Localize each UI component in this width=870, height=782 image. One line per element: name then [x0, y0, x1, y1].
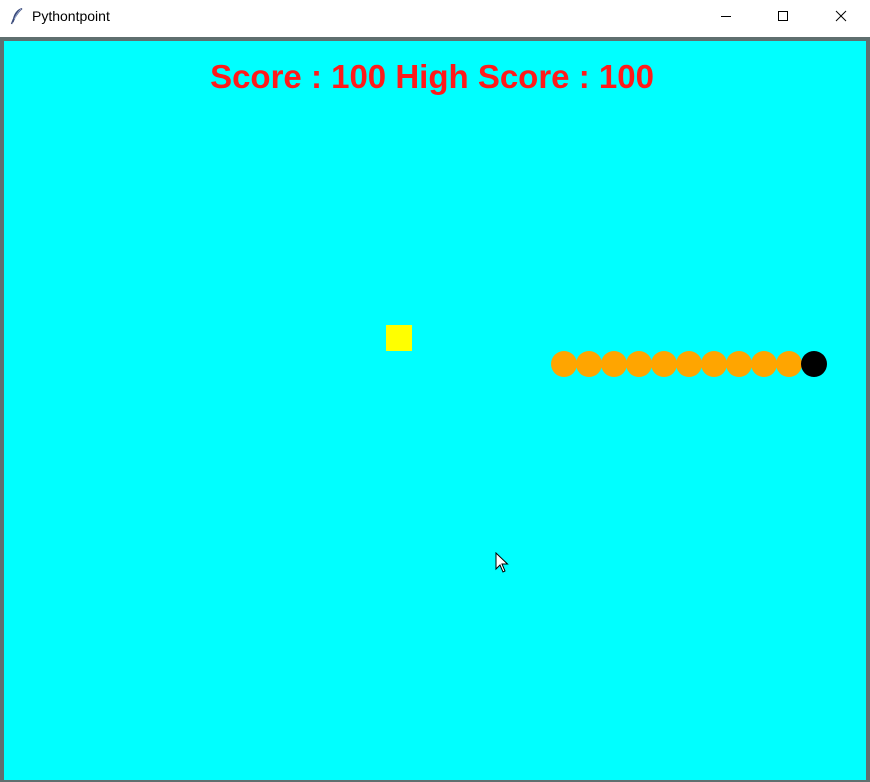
- snake-body-segment: [701, 351, 727, 377]
- game-canvas[interactable]: Score : 100 High Score : 100: [4, 41, 866, 780]
- food-item: [386, 325, 412, 351]
- snake-body-segment: [601, 351, 627, 377]
- close-button[interactable]: [818, 0, 864, 32]
- mouse-cursor-icon: [495, 552, 509, 573]
- maximize-button[interactable]: [760, 0, 806, 32]
- score-text: Score : 100 High Score : 100: [210, 58, 654, 95]
- minimize-button[interactable]: [703, 0, 749, 32]
- game-window: Pythontpoint Score : 100 High Score : 10…: [0, 0, 870, 782]
- snake-body-segment: [751, 351, 777, 377]
- snake-body-segment: [626, 351, 652, 377]
- snake-body-segment: [651, 351, 677, 377]
- snake-body-segment: [726, 351, 752, 377]
- title-bar[interactable]: Pythontpoint: [0, 0, 870, 32]
- snake-head: [801, 351, 827, 377]
- snake-body-segment: [576, 351, 602, 377]
- snake-body-segment: [776, 351, 802, 377]
- minimize-icon: [721, 16, 731, 17]
- snake-body-segment: [676, 351, 702, 377]
- maximize-icon: [778, 11, 788, 21]
- feather-icon: [10, 8, 23, 25]
- close-icon: [835, 10, 847, 22]
- score-display: Score : 100 High Score : 100: [4, 57, 866, 97]
- window-title: Pythontpoint: [32, 8, 110, 24]
- snake-body-segment: [551, 351, 577, 377]
